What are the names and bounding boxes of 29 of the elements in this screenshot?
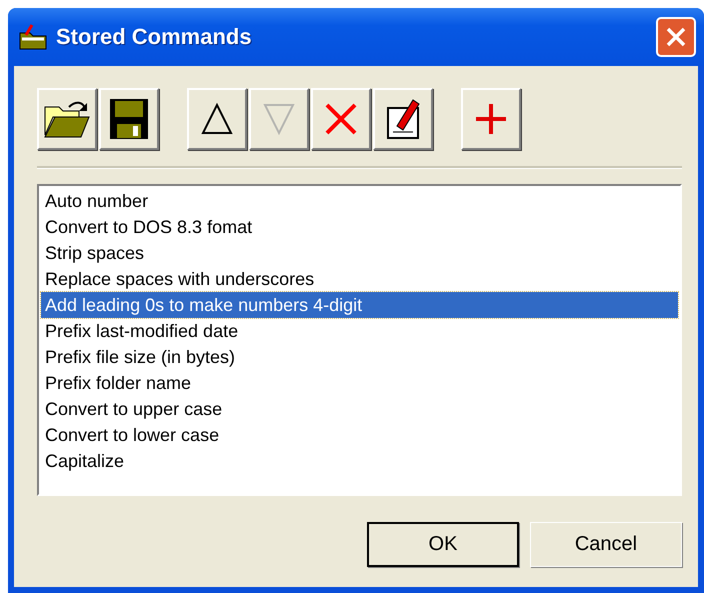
list-item[interactable]: Convert to lower case	[41, 422, 678, 448]
triangle-down-icon	[261, 101, 297, 137]
list-item[interactable]: Add leading 0s to make numbers 4-digit	[41, 292, 678, 318]
triangle-up-icon	[199, 101, 235, 137]
save-button[interactable]	[99, 88, 159, 150]
list-item[interactable]: Replace spaces with underscores	[41, 266, 678, 292]
close-icon	[665, 26, 687, 48]
plus-icon	[474, 102, 508, 136]
window-title: Stored Commands	[56, 24, 253, 50]
folder-icon	[43, 99, 91, 139]
list-item[interactable]: Prefix last-modified date	[41, 318, 678, 344]
list-item[interactable]: Capitalize	[41, 448, 678, 474]
close-icon	[324, 102, 358, 136]
add-button[interactable]	[461, 88, 521, 150]
open-button[interactable]	[37, 88, 97, 150]
list-item[interactable]: Convert to DOS 8.3 fomat	[41, 214, 678, 240]
list-item[interactable]: Auto number	[41, 188, 678, 214]
list-item[interactable]: Prefix folder name	[41, 370, 678, 396]
cancel-button[interactable]: Cancel	[530, 522, 682, 567]
close-button[interactable]	[656, 17, 696, 57]
move-up-button[interactable]	[187, 88, 247, 150]
list-item[interactable]: Convert to upper case	[41, 396, 678, 422]
folder-icon	[18, 23, 48, 51]
pencil-paper-icon	[385, 98, 421, 140]
edit-button[interactable]	[373, 88, 433, 150]
list-item[interactable]: Prefix file size (in bytes)	[41, 344, 678, 370]
list-item[interactable]: Strip spaces	[41, 240, 678, 266]
delete-button[interactable]	[311, 88, 371, 150]
ok-button[interactable]: OK	[367, 522, 519, 567]
